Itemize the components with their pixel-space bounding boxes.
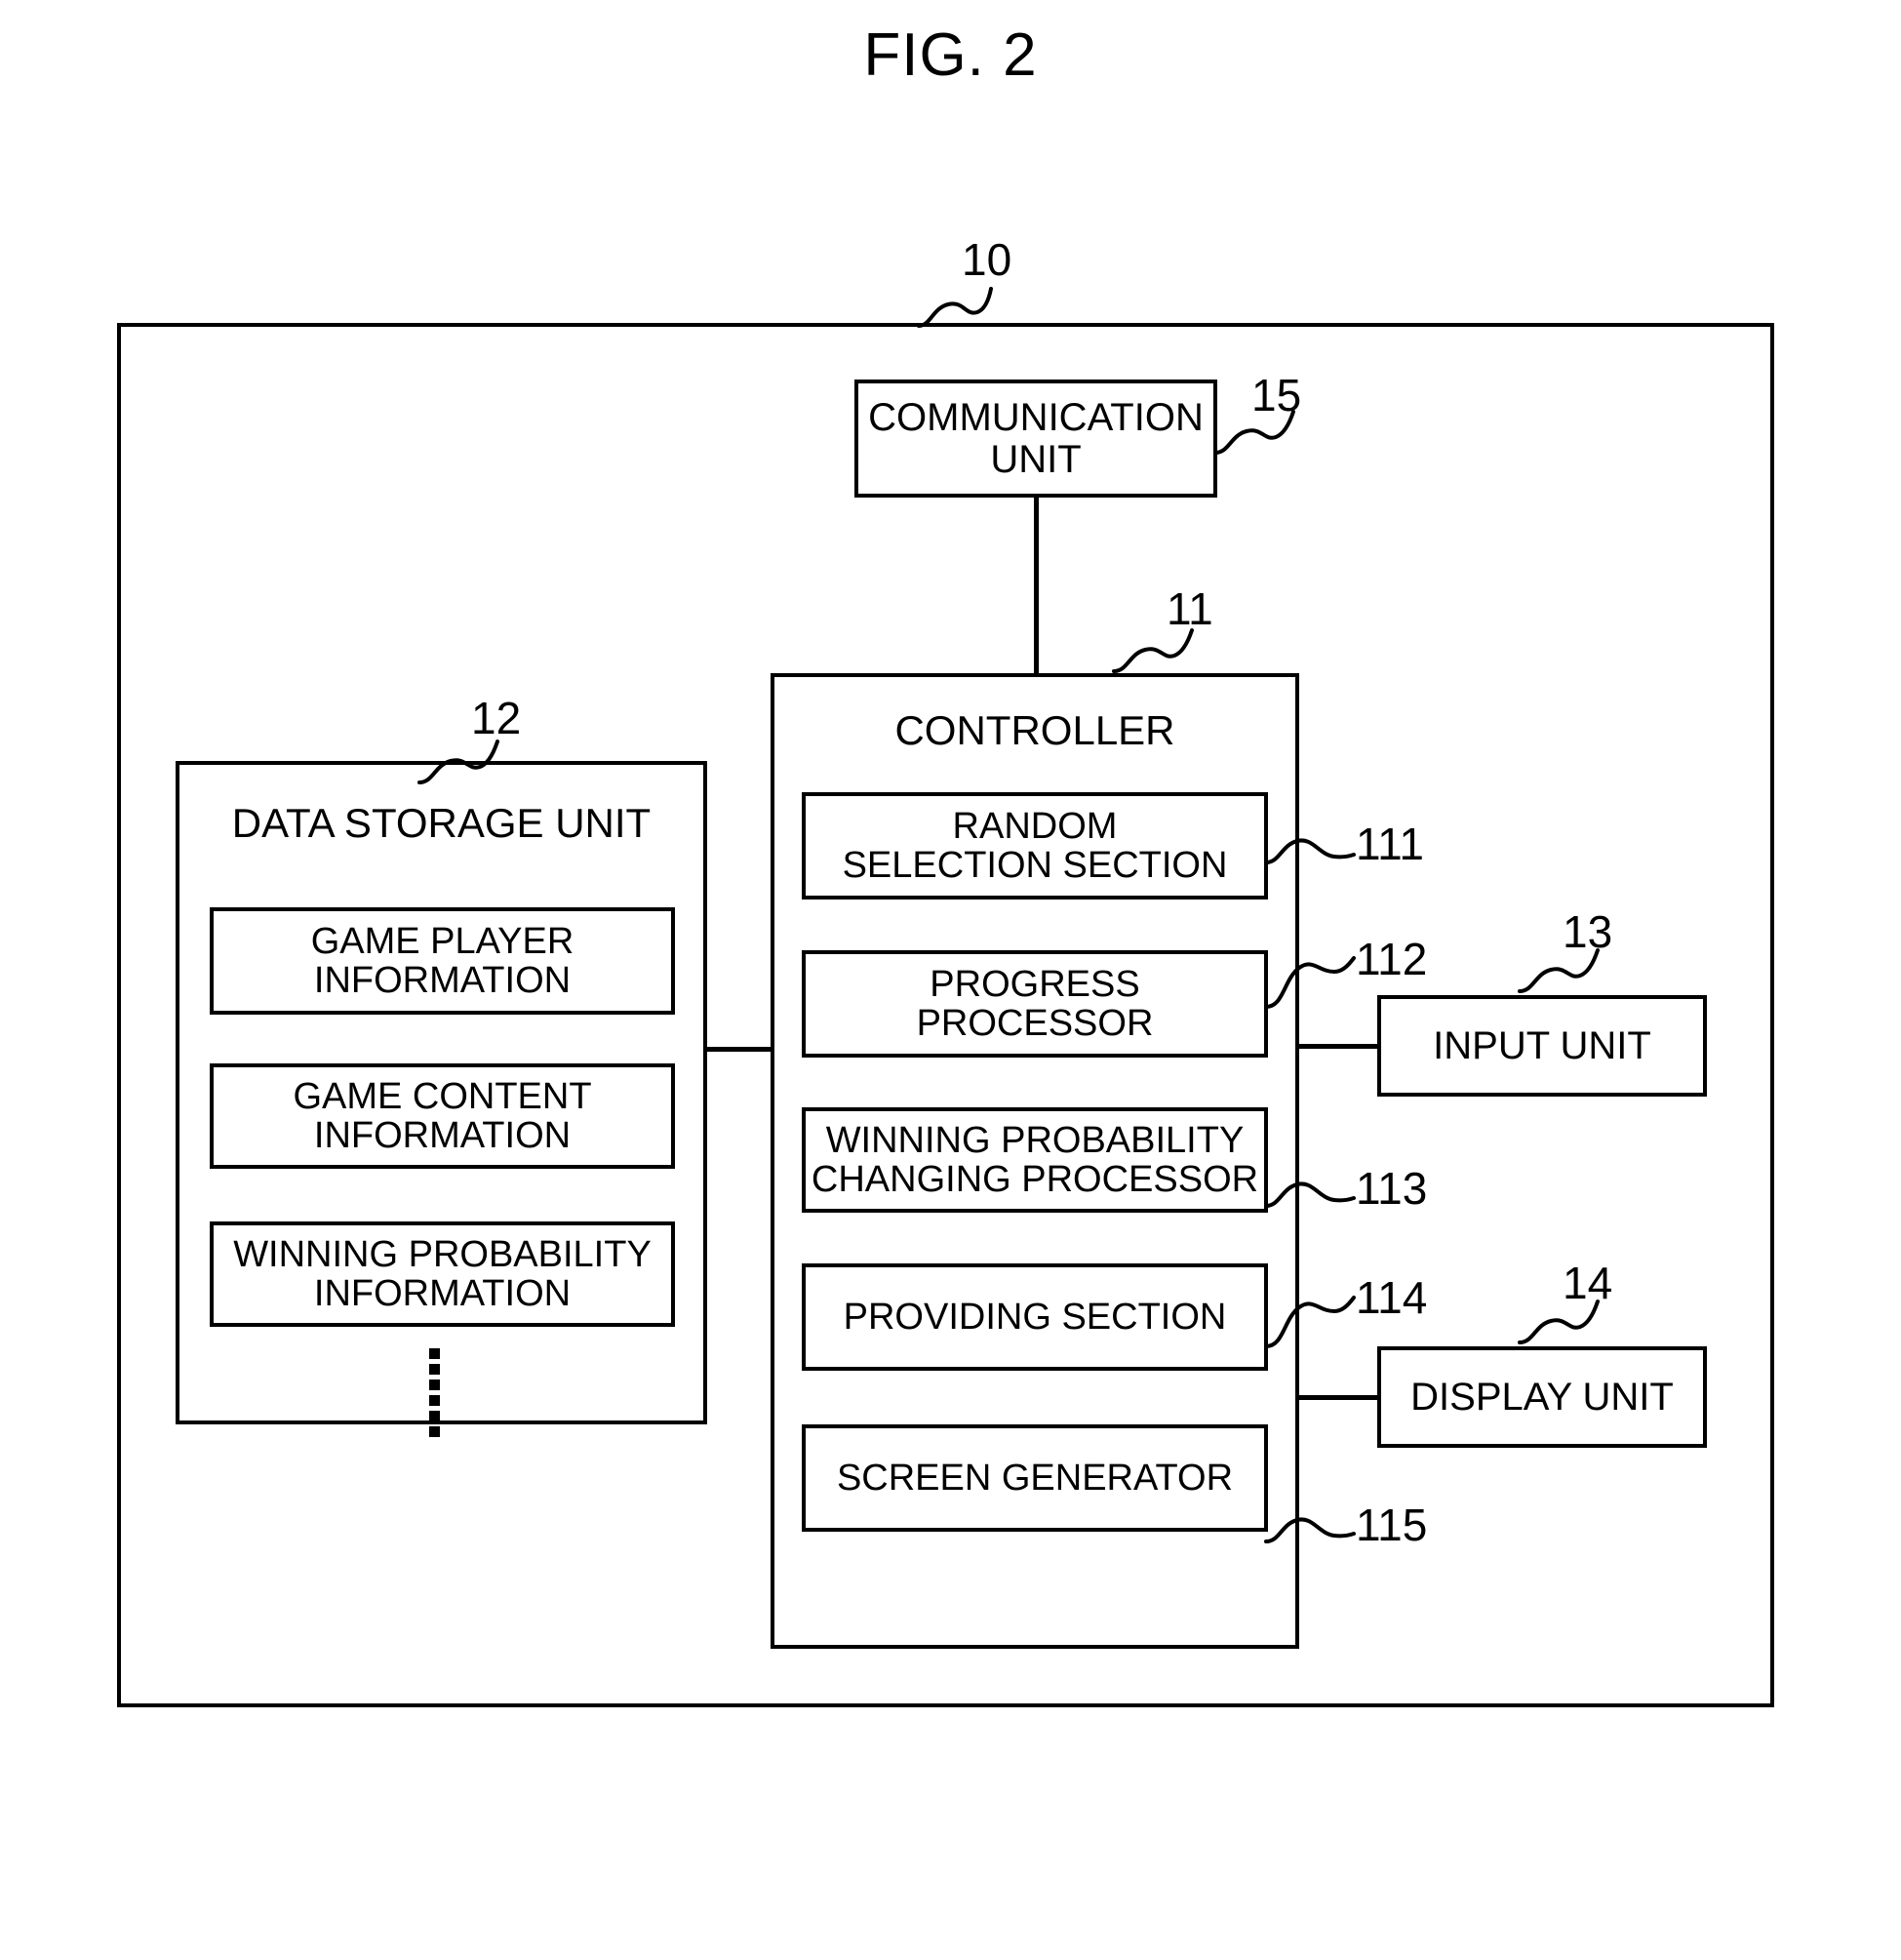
ref-numeral-114: 114 bbox=[1356, 1272, 1428, 1323]
game-content-information-label: GAME CONTENT INFORMATION bbox=[293, 1075, 592, 1156]
ref-numeral-115: 115 bbox=[1356, 1500, 1428, 1550]
random-selection-section-box: RANDOM SELECTION SECTION bbox=[802, 792, 1268, 900]
winning-probability-changing-processor-label: WINNING PROBABILITY CHANGING PROCESSOR bbox=[811, 1119, 1259, 1200]
ref-numeral-14: 14 bbox=[1563, 1258, 1613, 1308]
winning-probability-information-label: WINNING PROBABILITY INFORMATION bbox=[233, 1233, 652, 1314]
progress-processor-label: PROGRESS PROCESSOR bbox=[916, 963, 1154, 1044]
providing-section-label: PROVIDING SECTION bbox=[843, 1296, 1227, 1338]
ref-numeral-112: 112 bbox=[1356, 934, 1428, 984]
figure-title: FIG. 2 bbox=[863, 21, 1038, 89]
connector-storage-controller bbox=[707, 1047, 771, 1052]
ref-numeral-11: 11 bbox=[1167, 583, 1213, 634]
game-player-information-box: GAME PLAYER INFORMATION bbox=[210, 907, 675, 1015]
vertical-ellipsis-icon bbox=[429, 1348, 449, 1437]
winning-probability-changing-processor-box: WINNING PROBABILITY CHANGING PROCESSOR bbox=[802, 1107, 1268, 1213]
ref-numeral-13: 13 bbox=[1563, 906, 1613, 957]
game-player-information-label: GAME PLAYER INFORMATION bbox=[310, 920, 574, 1001]
screen-generator-box: SCREEN GENERATOR bbox=[802, 1424, 1268, 1532]
connector-controller-display bbox=[1299, 1395, 1377, 1400]
winning-probability-information-box: WINNING PROBABILITY INFORMATION bbox=[210, 1221, 675, 1327]
communication-unit-box: COMMUNICATION UNIT bbox=[854, 380, 1217, 498]
display-unit-box: DISPLAY UNIT bbox=[1377, 1346, 1707, 1448]
progress-processor-box: PROGRESS PROCESSOR bbox=[802, 950, 1268, 1058]
game-content-information-box: GAME CONTENT INFORMATION bbox=[210, 1063, 675, 1169]
connector-communication-controller bbox=[1034, 498, 1039, 673]
figure-canvas: FIG. 2 10 COMMUNICATION UNIT 15 CONTROLL… bbox=[0, 0, 1901, 1960]
screen-generator-label: SCREEN GENERATOR bbox=[836, 1457, 1234, 1499]
ref-numeral-12: 12 bbox=[471, 693, 522, 743]
controller-label: CONTROLLER bbox=[894, 707, 1175, 753]
random-selection-section-label: RANDOM SELECTION SECTION bbox=[842, 805, 1228, 886]
data-storage-unit-label: DATA STORAGE UNIT bbox=[231, 800, 652, 846]
communication-unit-label: COMMUNICATION UNIT bbox=[868, 396, 1204, 481]
providing-section-box: PROVIDING SECTION bbox=[802, 1263, 1268, 1371]
ref-numeral-111: 111 bbox=[1356, 819, 1424, 869]
ref-numeral-10: 10 bbox=[962, 234, 1012, 285]
display-unit-label: DISPLAY UNIT bbox=[1410, 1375, 1674, 1419]
ref-numeral-15: 15 bbox=[1251, 370, 1302, 420]
ref-numeral-113: 113 bbox=[1356, 1163, 1428, 1214]
input-unit-label: INPUT UNIT bbox=[1433, 1023, 1651, 1067]
connector-controller-input bbox=[1299, 1044, 1377, 1049]
input-unit-box: INPUT UNIT bbox=[1377, 995, 1707, 1097]
